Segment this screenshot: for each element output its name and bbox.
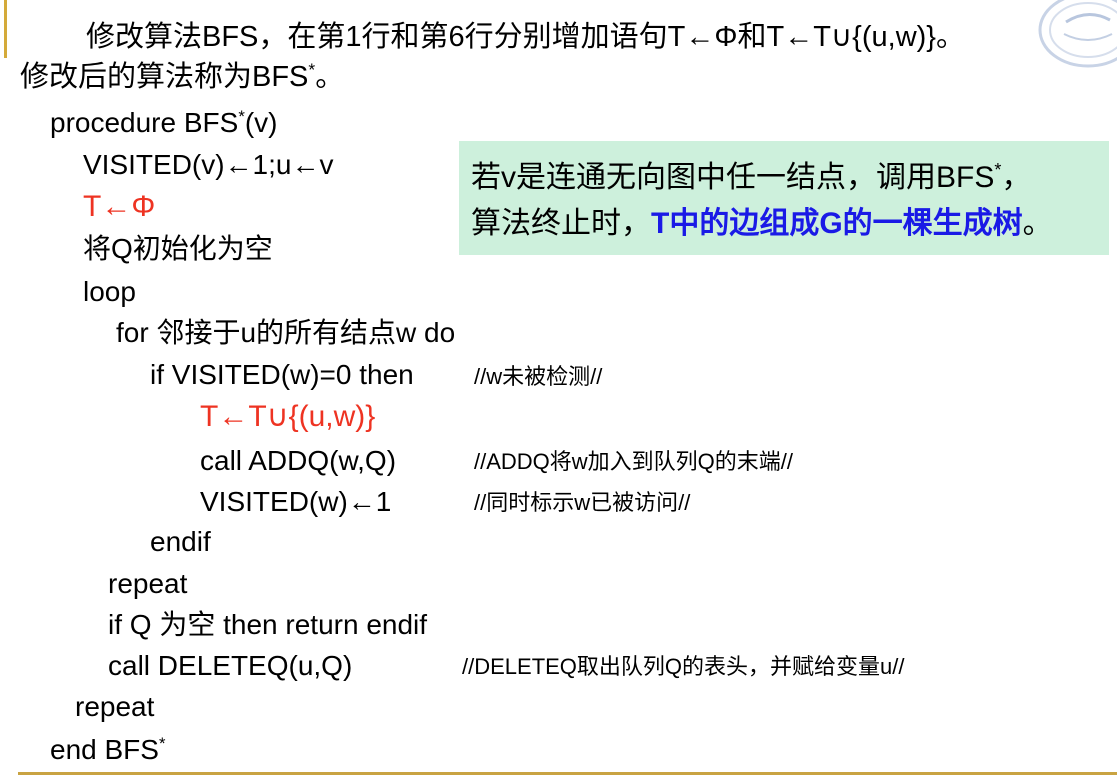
university-seal-icon [1038,0,1117,68]
spanning-tree-callout: 若v是连通无向图中任一结点，调用BFS*， 算法终止时，T中的边组成G的一棵生成… [459,141,1109,255]
code-line-if-visited: if VISITED(w)=0 then [150,359,414,390]
procedure-header: procedure BFS*(v) [50,106,278,138]
code-line-t-union: T←T∪{(u,w)} [200,400,376,433]
left-accent-rule [4,0,7,58]
code-line-queue-init: 将Q初始化为空 [83,233,273,264]
code-line-if-empty: if Q 为空 then return endif [108,609,428,640]
procedure-end: end BFS* [50,733,166,765]
comment-deleteq: //DELETEQ取出队列Q的表头，并赋给变量u// [462,654,905,679]
code-line-addq: call ADDQ(w,Q) [200,445,397,476]
comment-not-detected: //w未被检测// [474,364,603,389]
code-line-repeat-outer: repeat [75,691,155,722]
code-line-loop: loop [83,276,136,307]
comment-visited: //同时标示w已被访问// [474,490,691,515]
callout-line-1: 若v是连通无向图中任一结点，调用BFS*， [471,160,1032,194]
callout-highlight: T中的边组成G的一棵生成树 [651,207,1023,240]
comment-addq: //ADDQ将w加入到队列Q的末端// [474,449,794,474]
code-line-visited-init: VISITED(v)←1;u←v [83,149,334,180]
intro-line-2: 修改后的算法称为BFS*。 [20,59,345,93]
code-line-t-init: T←Φ [83,190,156,223]
code-line-for: for 邻接于u的所有结点w do [116,317,456,348]
bottom-rule [18,772,1117,775]
code-line-repeat-inner: repeat [108,568,188,599]
callout-line-2: 算法终止时，T中的边组成G的一棵生成树。 [471,207,1053,240]
code-line-endif: endif [150,526,211,557]
intro-line-1: 修改算法BFS，在第1行和第6行分别增加语句T←Φ和T←T∪{(u,w)}。 [86,21,965,53]
code-line-visited-set: VISITED(w)←1 [200,486,392,517]
code-line-deleteq: call DELETEQ(u,Q) [108,650,353,681]
